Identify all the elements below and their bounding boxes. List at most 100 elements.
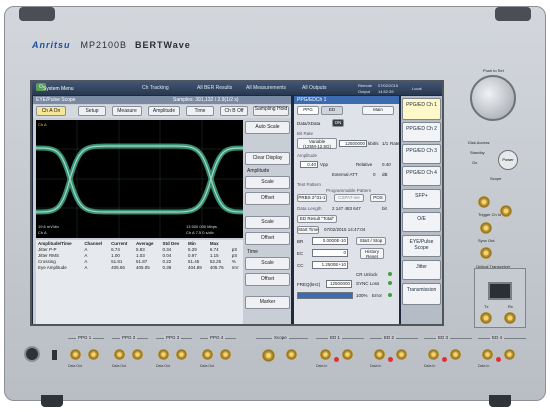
- product-label: BERTWave: [135, 40, 191, 50]
- all-measurements-button[interactable]: All Measurements: [246, 85, 286, 91]
- scope-ch-a-connector[interactable]: [262, 349, 275, 362]
- amplitude-button[interactable]: Amplitude: [148, 106, 180, 116]
- usb-port[interactable]: [52, 350, 57, 360]
- rx-data-connector[interactable]: [504, 312, 516, 324]
- nav-ppg-ed-ch3[interactable]: PPG/ED Ch 3: [402, 144, 441, 164]
- ppg1-group: PPG 1 Data Out: [68, 335, 104, 376]
- measure-button[interactable]: Measure: [112, 106, 142, 116]
- cell: mV: [231, 264, 239, 270]
- clear-display-button[interactable]: Clear Display: [245, 152, 290, 165]
- measurement-table: Amplitude/Time Channel Current Average Std D…: [36, 240, 243, 324]
- time-readout: 14:52:39: [378, 89, 394, 94]
- progress-bar: [297, 292, 353, 299]
- progress-fill: [298, 293, 352, 298]
- sfp-port[interactable]: [488, 282, 512, 300]
- status-remote: Remote: [358, 83, 373, 88]
- ch-scale-button[interactable]: Scale: [245, 216, 290, 229]
- standby-label: Standby: [470, 150, 485, 155]
- nav-jitter[interactable]: Jitter: [402, 260, 441, 280]
- ch-b-toggle[interactable]: Ch B Off: [220, 106, 248, 116]
- ber-label: BR: [297, 239, 304, 244]
- sampling-hold-button[interactable]: Sampling Hold: [253, 106, 289, 116]
- time-offset-button[interactable]: Offset: [245, 273, 290, 286]
- brand-logo: Anritsu: [32, 40, 71, 50]
- tab-ppg[interactable]: PPG: [297, 106, 319, 115]
- amplitude-offset-button[interactable]: Offset: [245, 192, 290, 205]
- ed1-xdata-in[interactable]: [342, 349, 353, 360]
- ed-result-button[interactable]: ED Result "Total": [297, 215, 337, 223]
- start-stop-button[interactable]: Start / Stop: [356, 237, 386, 245]
- main-button[interactable]: Main: [362, 106, 394, 115]
- headphone-jack[interactable]: [24, 346, 40, 362]
- data-on-toggle[interactable]: ON: [332, 119, 344, 127]
- ppg2-data-out-label: Data Out: [112, 364, 127, 368]
- scope-header: EYE/Pulse Scope Samples: 391,132 / 2.9(1/…: [33, 96, 291, 104]
- start-time-label: Start Time: [297, 226, 319, 234]
- ppg-ed-panel: PPG/EDCh 1 PPG ED Main Data/XData ON Bit…: [294, 96, 400, 324]
- marker-button[interactable]: Marker: [245, 296, 290, 309]
- sync-loss-label: SYNC Loss: [356, 281, 380, 286]
- ed4-xdata-in[interactable]: [504, 349, 515, 360]
- rotary-knob[interactable]: [470, 75, 516, 121]
- ch-tracking-button[interactable]: Ch Tracking: [142, 85, 169, 91]
- ppg3-xdata-out[interactable]: [176, 349, 187, 360]
- nav-ppg-ed-ch4[interactable]: PPG/ED Ch 4: [402, 166, 441, 186]
- amplitude-scale-button[interactable]: Scale: [245, 176, 290, 189]
- scope-input-connector[interactable]: [478, 196, 490, 208]
- ppg3-data-out[interactable]: [158, 349, 169, 360]
- ed4-data-in[interactable]: [482, 349, 493, 360]
- all-ber-results-button[interactable]: All BER Results: [197, 85, 232, 91]
- bit-rate-field[interactable]: 12500000: [339, 140, 367, 147]
- ppg2-data-out[interactable]: [114, 349, 125, 360]
- auto-scale-button[interactable]: Auto Scale: [245, 121, 290, 134]
- freq-label: FREQ(kHz): [297, 282, 321, 287]
- cell: Eye Amplitude: [38, 264, 67, 270]
- ppg1-data-out[interactable]: [70, 349, 81, 360]
- nav-oe[interactable]: O/E: [402, 212, 441, 232]
- ed3-xdata-in[interactable]: [450, 349, 461, 360]
- cspatt-button[interactable]: CSPAT-ine: [334, 194, 364, 202]
- scope-group-label: Scope: [272, 335, 289, 340]
- ppg1-xdata-out[interactable]: [88, 349, 99, 360]
- variable-button[interactable]: Variable (125M-12.5G): [297, 138, 337, 149]
- history-reset-button[interactable]: History Reset: [360, 248, 384, 259]
- trigger-connector[interactable]: [480, 222, 492, 234]
- amplitude-field[interactable]: 0.40: [300, 161, 318, 168]
- pos-button[interactable]: POS: [370, 194, 386, 202]
- nav-ppg-ed-ch2[interactable]: PPG/ED Ch 2: [402, 122, 441, 142]
- ppg2-xdata-out[interactable]: [132, 349, 143, 360]
- all-outputs-button[interactable]: All Outputs: [302, 85, 326, 91]
- nav-transmission[interactable]: Transmission: [402, 283, 441, 305]
- setup-button[interactable]: Setup: [78, 106, 106, 116]
- scope-connector[interactable]: [500, 205, 512, 217]
- time-label: Time: [247, 249, 258, 255]
- ed2-label: ED 2: [382, 335, 397, 340]
- time-scale-button[interactable]: Scale: [245, 257, 290, 270]
- handle-right: [495, 7, 531, 21]
- ed1-data-in[interactable]: [320, 349, 331, 360]
- sync-out-connector[interactable]: [480, 247, 492, 259]
- ppg4-xdata-out[interactable]: [220, 349, 231, 360]
- ed3-data-in[interactable]: [428, 349, 439, 360]
- display-screen: ⏻ System Menu Ch Tracking All BER Result…: [30, 80, 444, 326]
- cell: 405.66: [111, 264, 125, 270]
- data-length-unit: bit: [382, 206, 387, 211]
- tab-ed[interactable]: ED: [321, 106, 343, 115]
- nav-ppg-ed-ch1[interactable]: PPG/ED Ch 1: [402, 98, 441, 120]
- time-button[interactable]: Time: [186, 106, 214, 116]
- scope-ch-b-connector[interactable]: [286, 349, 297, 360]
- ed2-xdata-in[interactable]: [396, 349, 407, 360]
- ppg4-data-out[interactable]: [202, 349, 213, 360]
- ch-offset-button[interactable]: Offset: [245, 232, 290, 245]
- prbs-button[interactable]: PRBS 2^31-1: [297, 194, 327, 202]
- tx-data-connector[interactable]: [480, 312, 492, 324]
- ed2-data-in[interactable]: [374, 349, 385, 360]
- ppg-header: PPG/EDCh 1: [294, 96, 399, 104]
- ppg3-label: PPG 3: [164, 335, 182, 340]
- system-menu-button[interactable]: ⏻ System Menu: [36, 83, 74, 92]
- ppg4-label: PPG 4: [208, 335, 226, 340]
- nav-sfp[interactable]: SFP+: [402, 189, 441, 209]
- power-button[interactable]: Power: [498, 150, 518, 170]
- nav-eye-pulse-scope[interactable]: EYE/Pulse Scope: [402, 235, 441, 257]
- ch-a-toggle[interactable]: Ch A On: [36, 106, 66, 116]
